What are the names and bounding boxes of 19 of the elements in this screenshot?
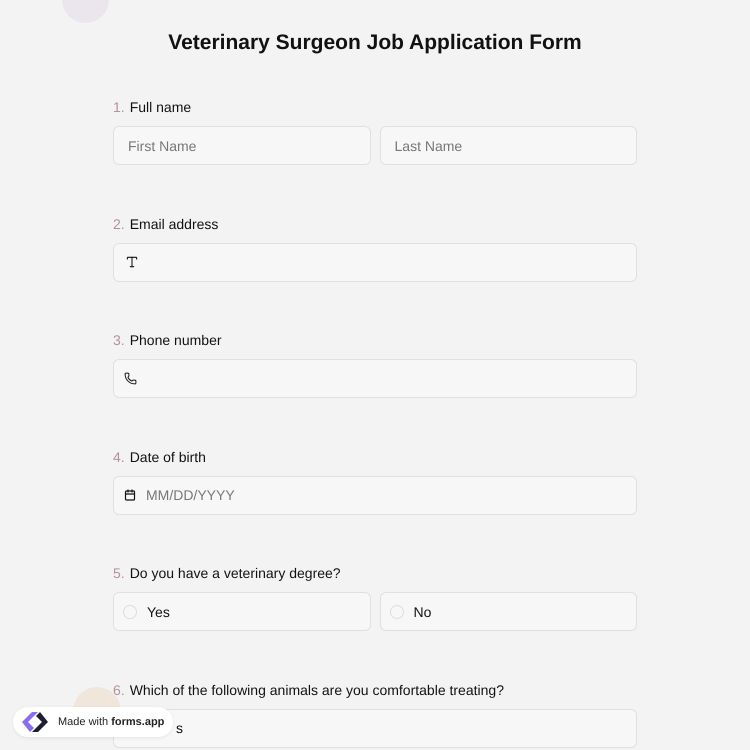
question-number: 4. <box>113 448 125 466</box>
question-number: 1. <box>113 98 125 117</box>
question-label: Email address <box>130 214 218 234</box>
radio-option[interactable]: Yes <box>113 592 370 631</box>
question-number: 5. <box>113 564 125 583</box>
branding-toast[interactable]: Made with forms.app <box>13 707 174 737</box>
question-label: Date of birth <box>130 448 206 466</box>
date-field[interactable]: MM/DD/YYYY <box>113 476 637 514</box>
question-label: Full name <box>130 98 192 117</box>
question-number: 3. <box>113 331 125 350</box>
form-title: Veterinary Surgeon Job Application Form <box>168 30 582 56</box>
question-label: Phone number <box>130 331 222 350</box>
question-label: Do you have a veterinary degree? <box>130 564 341 583</box>
question-number: 2. <box>113 214 125 234</box>
question-number: 6. <box>113 680 125 700</box>
text-field[interactable]: Last Name <box>380 126 637 165</box>
radio-option[interactable]: No <box>380 592 637 631</box>
question-label: Which of the following animals are you comfortable treating? <box>130 680 504 700</box>
text-field[interactable]: First Name <box>113 126 370 165</box>
